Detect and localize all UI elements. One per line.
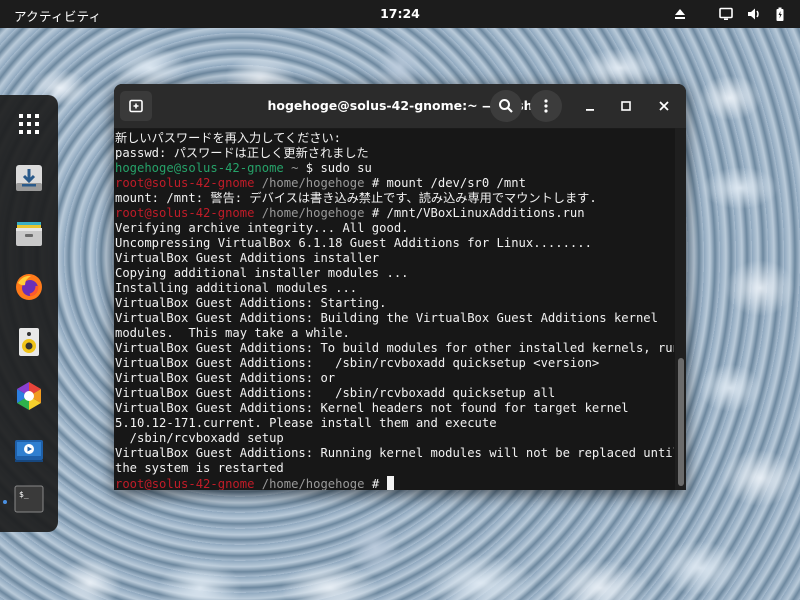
- terminal-output-text: mount: /mnt: 警告: デバイスは書き込み禁止です、読み込み専用でマウ…: [115, 191, 597, 205]
- terminal-line: VirtualBox Guest Additions: Running kern…: [115, 446, 674, 461]
- dock: $_: [0, 95, 58, 532]
- minimize-icon: [586, 109, 594, 111]
- prompt-symbol: $: [298, 161, 321, 175]
- speaker-icon[interactable]: [8, 321, 50, 363]
- terminal-window[interactable]: hogehoge@solus-42-gnome:~ — bash 新しいパスワー…: [114, 84, 686, 490]
- minimize-button[interactable]: [580, 96, 600, 116]
- terminal-line: VirtualBox Guest Additions: /sbin/rcvbox…: [115, 386, 674, 401]
- prompt-host: @solus-42-gnome: [144, 206, 255, 220]
- terminal-output-text: VirtualBox Guest Additions: Starting.: [115, 296, 387, 310]
- terminal-output-text: VirtualBox Guest Additions: /sbin/rcvbox…: [115, 386, 556, 400]
- terminal-output-text: Installing additional modules ...: [115, 281, 358, 295]
- terminal-output-text: passwd: パスワードは正しく更新されました: [115, 146, 369, 160]
- top-bar: アクティビティ 17:24: [0, 0, 800, 28]
- prompt-command: /mnt/VBoxLinuxAdditions.run: [386, 206, 585, 220]
- prompt-user: hogehoge: [115, 161, 174, 175]
- running-indicator: [3, 500, 7, 504]
- download-icon[interactable]: [8, 157, 50, 199]
- prompt-command: sudo su: [320, 161, 372, 175]
- eject-icon[interactable]: [672, 6, 688, 22]
- terminal-line: hogehoge@solus-42-gnome ~ $ sudo su: [115, 161, 674, 176]
- terminal-line: VirtualBox Guest Additions: To build mod…: [115, 341, 674, 356]
- terminal-output-text: VirtualBox Guest Additions: To build mod…: [115, 341, 674, 355]
- maximize-icon: [621, 101, 631, 111]
- menu-button[interactable]: [530, 90, 562, 122]
- terminal-line: 5.10.12-171.current. Please install them…: [115, 416, 674, 431]
- terminal-output-text: VirtualBox Guest Additions: Kernel heade…: [115, 401, 629, 415]
- terminal-line: VirtualBox Guest Additions: Building the…: [115, 311, 674, 326]
- terminal-line: root@solus-42-gnome /home/hogehoge # /mn…: [115, 206, 674, 221]
- prompt-user: root: [115, 206, 145, 220]
- terminal-icon[interactable]: $_: [8, 478, 50, 520]
- prompt-symbol: #: [364, 477, 387, 490]
- terminal-output-text: VirtualBox Guest Additions: or: [115, 371, 336, 385]
- terminal-line: Installing additional modules ...: [115, 281, 674, 296]
- firefox-icon[interactable]: [8, 266, 50, 308]
- kebab-menu-icon: [544, 99, 548, 113]
- terminal-line: root@solus-42-gnome /home/hogehoge # mou…: [115, 176, 674, 191]
- terminal-output-text: Copying additional installer modules ...: [115, 266, 409, 280]
- maximize-button[interactable]: [616, 96, 636, 116]
- hexagon-icon[interactable]: [8, 375, 50, 417]
- display-icon[interactable]: [718, 6, 734, 22]
- close-icon: [659, 101, 669, 111]
- window-title: hogehoge@solus-42-gnome:~ — bash: [267, 98, 533, 113]
- video-player-icon[interactable]: [8, 429, 50, 471]
- prompt-host: @solus-42-gnome: [173, 161, 284, 175]
- prompt-symbol: #: [364, 176, 387, 190]
- terminal-output-text: 新しいパスワードを再入力してください:: [115, 131, 341, 145]
- terminal-line: Uncompressing VirtualBox 6.1.18 Guest Ad…: [115, 236, 674, 251]
- prompt-path: /home/hogehoge: [254, 477, 365, 490]
- prompt-command: mount /dev/sr0 /mnt: [386, 176, 526, 190]
- prompt-host: @solus-42-gnome: [144, 176, 255, 190]
- terminal-line: passwd: パスワードは正しく更新されました: [115, 146, 674, 161]
- terminal-line: 新しいパスワードを再入力してください:: [115, 131, 674, 146]
- terminal-line: VirtualBox Guest Additions: /sbin/rcvbox…: [115, 356, 674, 371]
- terminal-output-text: 5.10.12-171.current. Please install them…: [115, 416, 497, 430]
- terminal-line: mount: /mnt: 警告: デバイスは書き込み禁止です、読み込み専用でマウ…: [115, 191, 674, 206]
- prompt-path: /home/hogehoge: [254, 176, 365, 190]
- terminal-line: root@solus-42-gnome /home/hogehoge #: [115, 476, 674, 490]
- sound-icon[interactable]: [746, 6, 762, 22]
- close-button[interactable]: [654, 96, 674, 116]
- terminal-line: VirtualBox Guest Additions: Kernel heade…: [115, 401, 674, 416]
- title-bar[interactable]: hogehoge@solus-42-gnome:~ — bash: [114, 84, 686, 129]
- prompt-user: root: [115, 176, 145, 190]
- scrollbar-thumb[interactable]: [678, 358, 684, 486]
- terminal-output-text: VirtualBox Guest Additions installer: [115, 251, 380, 265]
- terminal-line: the system is restarted: [115, 461, 674, 476]
- terminal-line: /sbin/rcvboxadd setup: [115, 431, 674, 446]
- terminal-output-text: Uncompressing VirtualBox 6.1.18 Guest Ad…: [115, 236, 592, 250]
- terminal-line: modules. This may take a while.: [115, 326, 674, 341]
- battery-icon[interactable]: [772, 6, 788, 22]
- terminal-output-text: the system is restarted: [115, 461, 284, 475]
- search-button[interactable]: [490, 90, 522, 122]
- text-cursor: [386, 476, 394, 490]
- prompt-path: ~: [283, 161, 299, 175]
- prompt-host: @solus-42-gnome: [144, 477, 255, 490]
- scrollbar[interactable]: [675, 128, 686, 490]
- terminal-line: VirtualBox Guest Additions: Starting.: [115, 296, 674, 311]
- svg-text:$_: $_: [19, 490, 29, 499]
- terminal-output-text: VirtualBox Guest Additions: /sbin/rcvbox…: [115, 356, 600, 370]
- terminal-output-text: modules. This may take a while.: [115, 326, 350, 340]
- prompt-symbol: #: [364, 206, 387, 220]
- terminal-line: Copying additional installer modules ...: [115, 266, 674, 281]
- terminal-line: VirtualBox Guest Additions: or: [115, 371, 674, 386]
- file-cabinet-icon[interactable]: [8, 212, 50, 254]
- search-icon: [499, 99, 513, 113]
- terminal-output-text: Verifying archive integrity... All good.: [115, 221, 409, 235]
- prompt-user: root: [115, 477, 145, 490]
- terminal-line: VirtualBox Guest Additions installer: [115, 251, 674, 266]
- app-grid-icon[interactable]: [8, 103, 50, 145]
- prompt-path: /home/hogehoge: [254, 206, 365, 220]
- terminal-output-text: VirtualBox Guest Additions: Running kern…: [115, 446, 674, 460]
- terminal-output-text: VirtualBox Guest Additions: Building the…: [115, 311, 658, 325]
- terminal-output[interactable]: 新しいパスワードを再入力してください: passwd: パスワードは正しく更新され…: [114, 128, 674, 490]
- terminal-output-text: /sbin/rcvboxadd setup: [115, 431, 284, 445]
- terminal-line: Verifying archive integrity... All good.: [115, 221, 674, 236]
